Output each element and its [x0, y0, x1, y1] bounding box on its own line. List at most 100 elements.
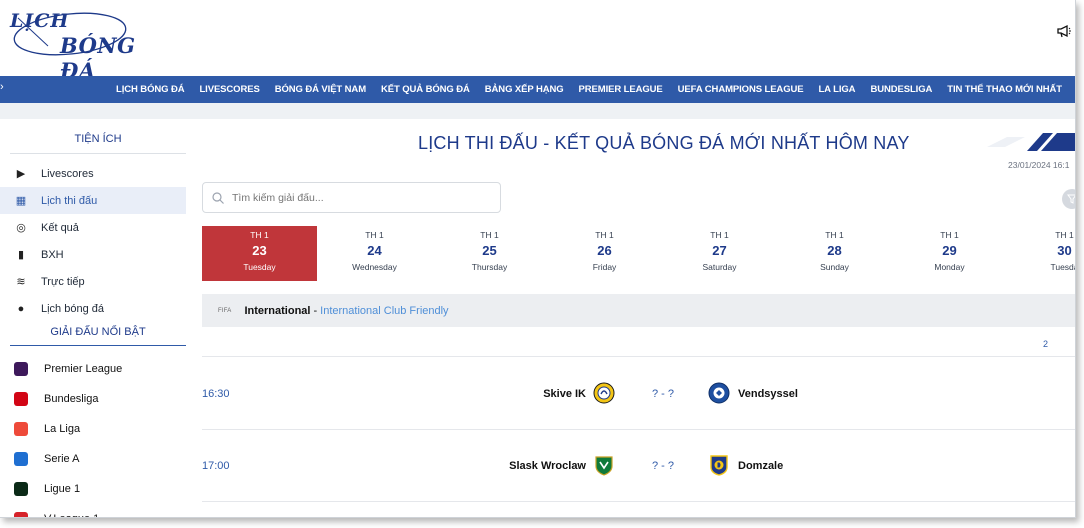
filter-icon[interactable] [1062, 189, 1075, 209]
match-score: ? - ? [652, 460, 675, 472]
day-tab-weekday: Sunday [820, 262, 849, 272]
day-tab-day: 25 [482, 243, 497, 258]
site-header: LỊCH BÓNG ĐÁ [0, 0, 1075, 83]
day-tab-day: 28 [827, 243, 842, 258]
featured-leagues-title: GIẢI ĐẤU NỔI BẬT [10, 322, 186, 346]
slask-wroclaw-crest-icon [595, 456, 613, 476]
megaphone-icon[interactable] [1057, 24, 1071, 42]
day-tab-month: TH 1 [825, 230, 844, 240]
current-datetime: 23/01/2024 16:1 [1008, 160, 1070, 170]
day-tab[interactable]: TH 1 25 Thursday [432, 226, 547, 281]
main-content: LỊCH THI ĐẤU - KẾT QUẢ BÓNG ĐÁ MỚI NHẤT … [202, 119, 1076, 517]
sidebar-item[interactable]: ◎ Kết quả [0, 214, 186, 241]
day-tab-weekday: Wednesday [352, 262, 397, 272]
nav-item[interactable]: UEFA CHAMPIONS LEAGUE [678, 84, 804, 95]
match-row[interactable]: 16:30 Skive IK ? - ? Vendsyssel [202, 359, 1075, 429]
browser-page: LỊCH BÓNG ĐÁ › LỊCH BÓNG ĐÁ LIVESCORES BÓN… [0, 0, 1076, 518]
day-tab-month: TH 1 [1055, 230, 1074, 240]
day-tab-day: 30 [1057, 243, 1072, 258]
day-tab-weekday: Thursday [471, 262, 508, 272]
match-time: 16:30 [202, 388, 230, 400]
search-icon [212, 191, 224, 204]
day-tab-weekday: Tuesda [1050, 262, 1076, 272]
match-score: ? - ? [652, 388, 675, 400]
competition-separator: - [313, 304, 318, 317]
league-logo-icon [14, 392, 28, 406]
competition-header[interactable]: FIFA International - International Club … [202, 294, 1075, 327]
sidebar-item[interactable]: ▦ Lịch thi đấu [0, 187, 186, 214]
flag-stripes-decoration [987, 133, 1075, 151]
sidebar-item[interactable]: ▮ BXH [0, 241, 186, 268]
day-tab-day: 27 [712, 243, 727, 258]
league-label: Serie A [44, 453, 80, 465]
league-logo-icon [14, 362, 28, 376]
page-number-fragment: 2 [1043, 339, 1049, 349]
skive-ik-crest-icon [593, 382, 615, 404]
page-title: LỊCH THI ĐẤU - KẾT QUẢ BÓNG ĐÁ MỚI NHẤT … [418, 133, 910, 153]
day-tab[interactable]: TH 1 30 Tuesda [1007, 226, 1076, 281]
sidebar: TIỆN ÍCH ▶ Livescores ▦ Lịch thi đấu ◎ Kết qu… [0, 119, 186, 517]
nav-item[interactable]: PREMIER LEAGUE [579, 84, 663, 95]
row-divider [202, 356, 1075, 357]
sidebar-item-label: Lịch thi đấu [41, 194, 98, 207]
nav-item[interactable]: KẾT QUẢ BÓNG ĐÁ [381, 84, 470, 95]
league-label: V.League 1 [44, 513, 99, 517]
nav-item[interactable]: LỊCH BÓNG ĐÁ [116, 84, 185, 95]
wifi-icon: ≋ [16, 276, 26, 288]
league-item[interactable]: Ligue 1 [0, 474, 186, 504]
competition-league-link[interactable]: International Club Friendly [320, 305, 448, 317]
day-tab-day: 29 [942, 243, 957, 258]
site-logo[interactable]: LỊCH BÓNG ĐÁ [8, 6, 158, 83]
nav-spacer [0, 103, 1075, 119]
day-tab[interactable]: TH 1 26 Friday [547, 226, 662, 281]
nav-item[interactable]: BẢNG XẾP HẠNG [485, 84, 564, 95]
league-item[interactable]: Bundesliga [0, 384, 186, 414]
league-logo-icon [14, 422, 28, 436]
nav-item[interactable]: BUNDESLIGA [870, 84, 932, 95]
sidebar-item[interactable]: ▶ Livescores [0, 160, 186, 187]
day-tab-month: TH 1 [365, 230, 384, 240]
nav-item[interactable]: BÓNG ĐÁ VIỆT NAM [275, 84, 366, 95]
day-tab-month: TH 1 [710, 230, 729, 240]
league-item[interactable]: La Liga [0, 414, 186, 444]
sidebar-item-label: Kết quả [41, 221, 79, 234]
day-tab[interactable]: TH 1 29 Monday [892, 226, 1007, 281]
day-tab-weekday: Monday [934, 262, 965, 272]
domzale-crest-icon [710, 455, 728, 476]
home-team[interactable]: Slask Wroclaw [509, 460, 586, 472]
match-time: 17:00 [202, 460, 230, 472]
away-team[interactable]: Vendsyssel [738, 388, 798, 400]
search-input[interactable] [232, 191, 482, 204]
league-item[interactable]: Premier League [0, 354, 186, 384]
day-tab-month: TH 1 [250, 230, 269, 240]
nav-scroll-left-icon[interactable]: › [0, 81, 4, 93]
match-row[interactable]: 17:00 Slask Wroclaw ? - ? Domzale [202, 431, 1075, 501]
league-search-box[interactable] [202, 182, 501, 213]
day-tab-month: TH 1 [940, 230, 959, 240]
nav-list: LỊCH BÓNG ĐÁ LIVESCORES BÓNG ĐÁ VIỆT NAM KẾ… [116, 76, 1075, 103]
nav-item[interactable]: LIVESCORES [199, 84, 259, 95]
day-tab[interactable]: TH 1 28 Sunday [777, 226, 892, 281]
day-tab-day: 24 [367, 243, 382, 258]
league-label: Ligue 1 [44, 483, 81, 495]
utilities-list: ▶ Livescores ▦ Lịch thi đấu ◎ Kết quả ▮ BXH ≋ Trự… [0, 160, 186, 322]
league-item[interactable]: V.League 1 [0, 504, 186, 517]
nav-item[interactable]: LA LIGA [818, 84, 855, 95]
away-team[interactable]: Domzale [738, 460, 783, 472]
day-tab-month: TH 1 [480, 230, 499, 240]
league-label: La Liga [44, 423, 81, 435]
utilities-title: TIỆN ÍCH [10, 119, 186, 154]
day-tab[interactable]: TH 1 24 Wednesday [317, 226, 432, 281]
nav-item[interactable]: TIN THỂ THAO MỚI NHẤT [947, 84, 1062, 95]
day-tab[interactable]: TH 1 27 Saturday [662, 226, 777, 281]
day-tab[interactable]: TH 1 23 Tuesday [202, 226, 317, 281]
league-item[interactable]: Serie A [0, 444, 186, 474]
sidebar-item[interactable]: ● Lịch bóng đá [0, 295, 186, 322]
date-selector: TH 1 23 Tuesday TH 1 24 Wednesday TH 1 25 Thursd… [202, 226, 1076, 281]
row-divider [202, 429, 1075, 430]
home-team[interactable]: Skive IK [543, 388, 586, 400]
fifa-badge-icon: FIFA [218, 307, 232, 314]
sidebar-item[interactable]: ≋ Trực tiếp [0, 268, 186, 295]
featured-leagues-list: Premier League Bundesliga La Liga Serie A Li… [0, 354, 186, 517]
logo-text-line1: LỊCH [10, 10, 70, 32]
